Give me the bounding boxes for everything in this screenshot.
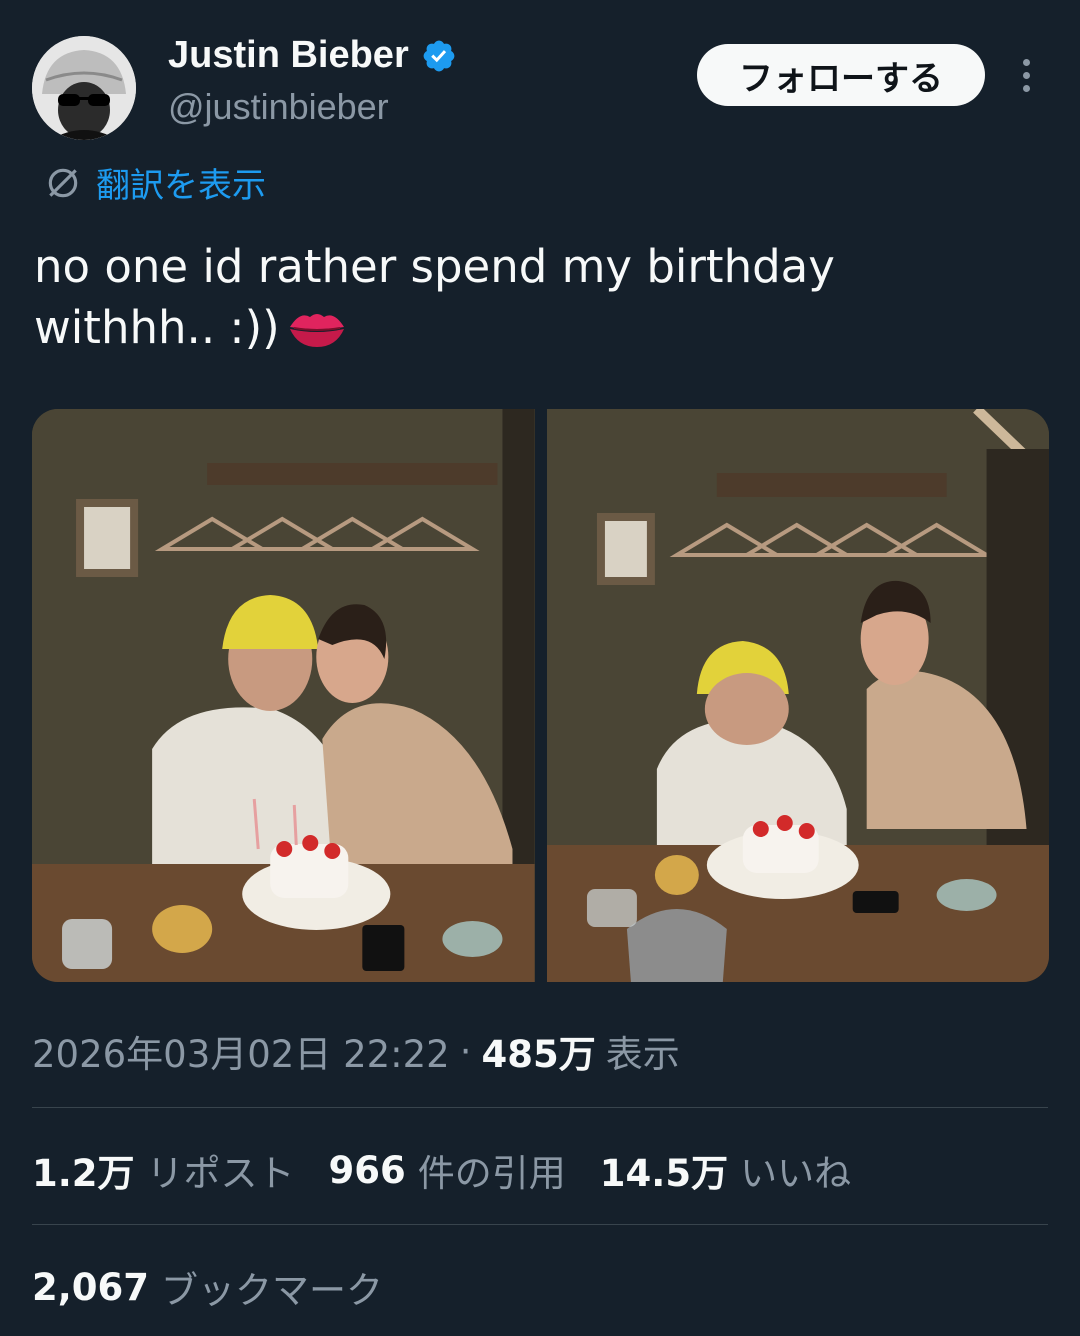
- photo-1[interactable]: [32, 409, 535, 982]
- reposts-stat[interactable]: 1.2万 リポスト: [32, 1143, 295, 1197]
- tweet-meta: 2026年03月02日 22:22 · 485万 表示: [32, 1024, 680, 1078]
- reposts-count: 1.2万: [32, 1152, 135, 1195]
- follow-button[interactable]: フォローする: [697, 44, 985, 106]
- views-label: 表示: [605, 1033, 680, 1076]
- quotes-label: 件の引用: [417, 1152, 566, 1195]
- media-grid[interactable]: [32, 409, 1049, 982]
- translate-label: 翻訳を表示: [96, 166, 266, 206]
- likes-stat[interactable]: 14.5万 いいね: [600, 1143, 851, 1197]
- timestamp[interactable]: 2026年03月02日 22:22: [32, 1024, 450, 1078]
- handle[interactable]: @justinbieber: [168, 86, 389, 128]
- likes-count: 14.5万: [599, 1152, 729, 1195]
- likes-label: いいね: [740, 1152, 852, 1195]
- tweet-text-line1: no one id rather spend my birthday: [34, 240, 835, 293]
- avatar[interactable]: [32, 36, 136, 140]
- meta-separator: ·: [459, 1029, 472, 1073]
- reposts-label: リポスト: [146, 1152, 295, 1195]
- bookmarks-stat[interactable]: 2,067 ブックマーク: [32, 1260, 383, 1314]
- photo-2[interactable]: [546, 409, 1049, 982]
- quotes-stat[interactable]: 966 件の引用: [329, 1143, 566, 1197]
- engagement-stats: 1.2万 リポスト 966 件の引用 14.5万 いいね: [32, 1143, 851, 1197]
- quotes-count: 966: [328, 1148, 406, 1192]
- more-options-icon[interactable]: [1006, 52, 1046, 98]
- translate-link[interactable]: 翻訳を表示: [44, 158, 266, 207]
- bookmarks-count: 2,067: [32, 1265, 150, 1309]
- tweet-text-line2: withhh.. :)): [34, 301, 280, 354]
- divider: [32, 1107, 1048, 1108]
- kiss-mark-icon: [289, 314, 344, 347]
- display-name[interactable]: Justin Bieber: [168, 34, 409, 77]
- tweet-text: no one id rather spend my birthday withh…: [34, 236, 1044, 358]
- globe-slash-icon: [48, 168, 78, 197]
- divider: [32, 1224, 1048, 1225]
- views-count: 485万: [481, 1033, 596, 1076]
- verified-badge-icon: [423, 40, 455, 71]
- bookmarks-label: ブックマーク: [161, 1269, 384, 1312]
